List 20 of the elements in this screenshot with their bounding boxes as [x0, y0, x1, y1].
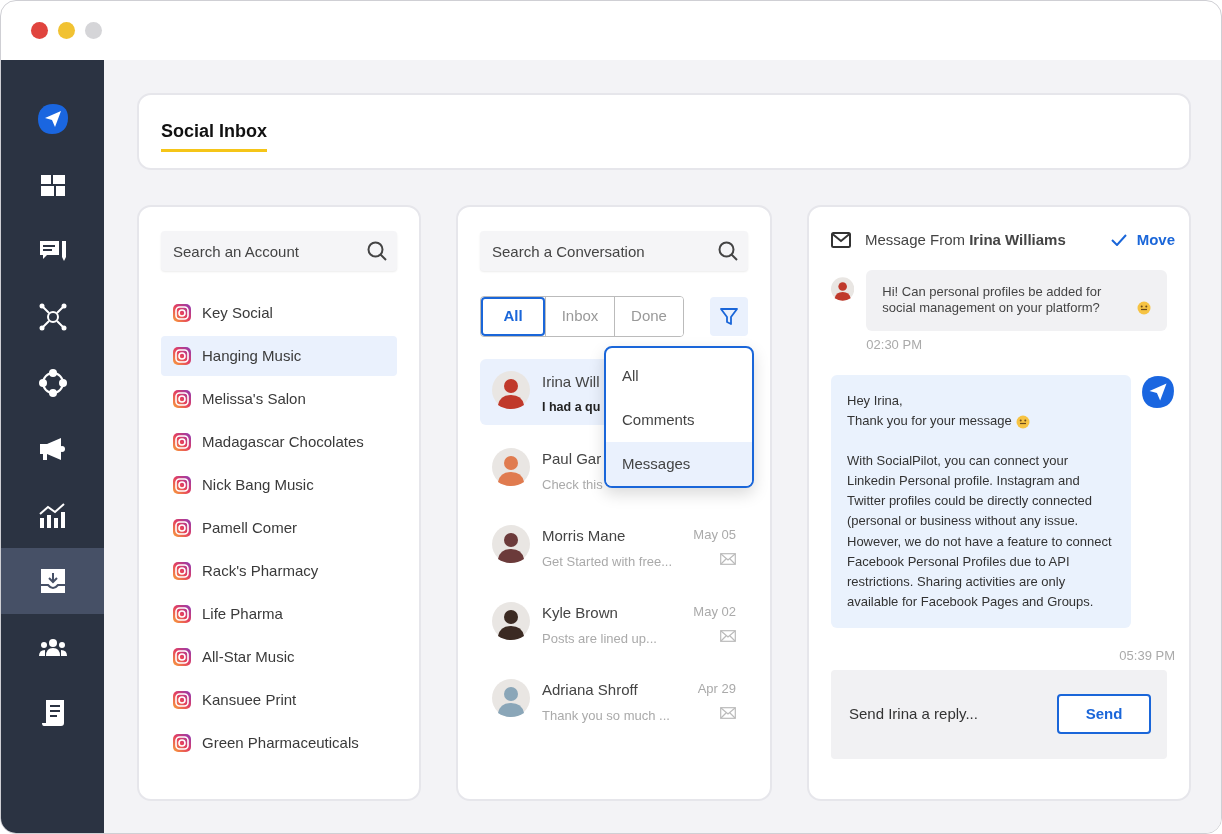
- page-title: Social Inbox: [161, 117, 268, 152]
- message-preview: Check this: [542, 475, 603, 494]
- message-preview: Posts are lined up...: [542, 629, 657, 648]
- message-time: 02:30 PM: [866, 336, 922, 355]
- message-date: May 02: [693, 603, 736, 621]
- message-date: Apr 29: [697, 680, 736, 698]
- contact-name: Morris Mane: [542, 526, 626, 546]
- message-text: Hey Irina, Thank you for your message: [847, 391, 1012, 430]
- message-date: May 05: [693, 526, 736, 544]
- message-text: Hi! Can personal profiles be added for social management on your platform?: [882, 283, 1103, 318]
- contact-name: Irina Will: [542, 372, 600, 392]
- message-time: 05:39 PM: [1119, 647, 1175, 666]
- contact-name: Paul Gar: [542, 449, 602, 469]
- contact-name: Kyle Brown: [542, 603, 618, 623]
- message-heading: Message From Irina Williams: [865, 230, 1066, 250]
- message-preview: I had a qu: [542, 398, 601, 416]
- message-text: With SocialPilot, you can connect your Linkedin Personal profile. Instagram and Twitter profiles could be directly connected (personal or business without any issue. However, we do not have a feature to connect Facebook Personal Profiles due to API restrictions. Sharing activities are only available for Facebook Pages and Groups.: [847, 452, 1113, 612]
- message-preview: Thank you so much ...: [542, 706, 670, 725]
- contact-name: Adriana Shroff: [542, 680, 638, 700]
- message-preview: Get Started with free...: [542, 552, 673, 571]
